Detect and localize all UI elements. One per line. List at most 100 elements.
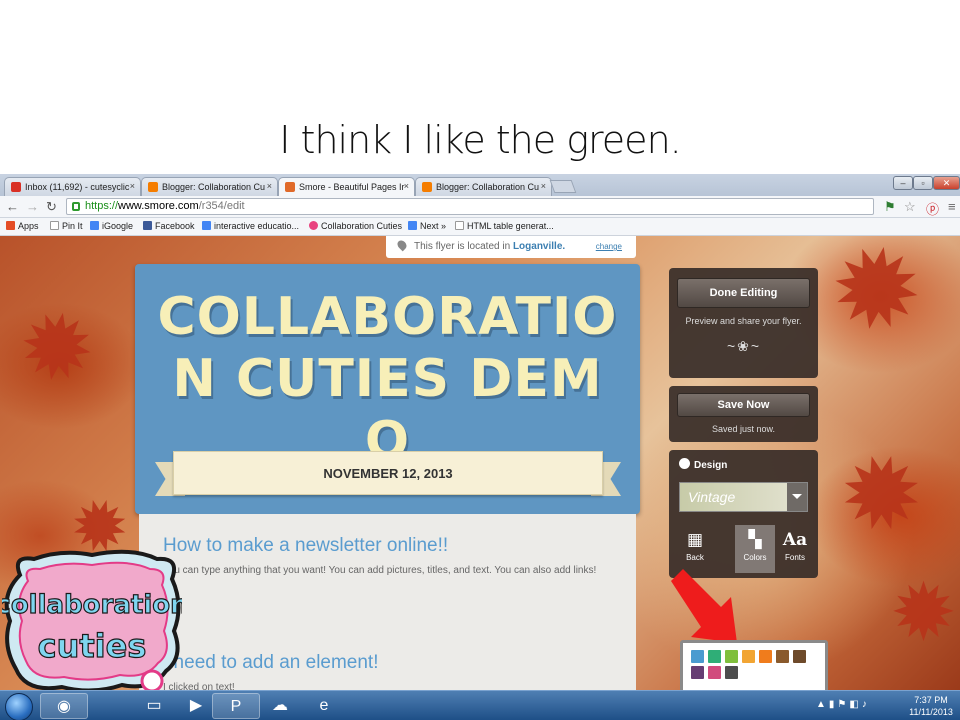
bookmark-interactive[interactable]: interactive educatio... (202, 221, 299, 231)
flyer-header[interactable]: COLLABORATIO N CUTIES DEMO NOVEMBER 12, … (135, 264, 640, 514)
url-domain: www.smore.com (118, 200, 199, 212)
bookmark-label: Next » (420, 221, 447, 231)
tool-label: Colors (743, 553, 767, 562)
change-location-link[interactable]: change (596, 242, 622, 251)
bookmark-facebook[interactable]: Facebook (143, 221, 195, 231)
logo-line-2: cuties (38, 627, 147, 665)
bookmark-label: interactive educatio... (214, 221, 300, 231)
save-status: Saved just now. (711, 424, 776, 434)
bookmark-collaboration-cuties[interactable]: Collaboration Cuties (309, 221, 402, 231)
close-window-button[interactable]: ✕ (933, 176, 960, 190)
taskbar-network[interactable]: ☁ (256, 693, 304, 719)
color-swatch-purple[interactable] (691, 666, 704, 679)
tab-blogger-2[interactable]: Blogger: Collaboration Cu × (415, 177, 552, 196)
slide: I think I like the green. Inbox (11,692)… (0, 0, 960, 720)
save-now-button[interactable]: Save Now (677, 393, 810, 417)
color-swatch-teal[interactable] (708, 650, 721, 663)
design-label: Design (679, 458, 727, 471)
section-title[interactable]: I need to add an element! (163, 652, 379, 674)
bookmark-label: iGoogle (102, 221, 134, 231)
tool-label: Fonts (784, 553, 805, 562)
ornament-icon: ~❀~ (726, 338, 762, 354)
clock-date: 11/11/2013 (909, 707, 953, 717)
bookmark-next[interactable]: Next » (408, 221, 446, 231)
color-swatch-orange[interactable] (759, 650, 772, 663)
close-icon[interactable]: × (541, 181, 546, 191)
url-path: /r354/edit (198, 200, 245, 212)
done-editing-button[interactable]: Done Editing (677, 278, 810, 308)
reload-icon[interactable]: ↻ (46, 199, 57, 215)
tab-smore[interactable]: Smore - Beautiful Pages Ir × (278, 177, 415, 196)
tab-gmail[interactable]: Inbox (11,692) - cutesyclic × (4, 177, 141, 196)
logo-line-1: collaboration (2, 590, 182, 620)
tab-blogger-1[interactable]: Blogger: Collaboration Cu × (141, 177, 278, 196)
colors-tool[interactable]: ▚ Colors (735, 525, 775, 573)
taskbar-ie[interactable]: e (300, 693, 348, 719)
restore-button[interactable]: ▫ (913, 176, 933, 190)
smore-icon (285, 182, 295, 192)
back-arrow-icon[interactable]: ← (6, 199, 19, 214)
color-swatch-light-orange[interactable] (742, 650, 755, 663)
section-text[interactable]: I clicked on text! (163, 680, 603, 690)
collaboration-cuties-logo: collaboration cuties (2, 549, 182, 693)
theme-select[interactable]: Vintage (679, 482, 808, 512)
menu-icon[interactable]: ≡ (948, 199, 956, 214)
design-label-text: Design (694, 460, 728, 471)
bookmark-label: Collaboration Cuties (321, 221, 403, 231)
taskbar-chrome[interactable]: ◉ (40, 693, 88, 719)
bookmark-label: Pin It (62, 221, 83, 231)
apps-icon (6, 221, 15, 230)
bookmark-label: Facebook (155, 221, 195, 231)
google-icon (90, 221, 99, 230)
leaf-decoration: ✹ (890, 568, 958, 657)
clock[interactable]: 7:37 PM 11/11/2013 (905, 694, 957, 718)
close-icon[interactable]: × (267, 181, 272, 191)
system-tray[interactable]: ▲▮⚑◧♪ (816, 699, 870, 710)
chevron-down-icon[interactable] (787, 483, 807, 511)
section-text[interactable]: You can type anything that you want! You… (163, 563, 603, 579)
page-icon (455, 221, 464, 230)
close-icon[interactable]: × (130, 181, 135, 191)
flag-icon[interactable]: ⚑ (884, 199, 896, 215)
minimize-button[interactable]: – (893, 176, 913, 190)
design-panel: Design Vintage ▦ Back ▚ Colors Aa Fonts (669, 450, 818, 578)
color-swatch-blue[interactable] (691, 650, 704, 663)
section-title[interactable]: How to make a newsletter online!! (163, 535, 448, 557)
image-icon: ▦ (686, 530, 704, 550)
location-value: Loganville. (512, 241, 566, 252)
color-swatch-brown[interactable] (776, 650, 789, 663)
tab-label: Smore - Beautiful Pages Ir (299, 182, 405, 192)
tab-label: Blogger: Collaboration Cu (162, 182, 266, 192)
bookmark-html-table[interactable]: HTML table generat... (455, 221, 554, 231)
pinterest-icon[interactable]: ⓟ (926, 199, 939, 218)
location-bar: This flyer is located in Loganville. cha… (386, 236, 636, 258)
color-swatch-gray[interactable] (725, 666, 738, 679)
leaf-decoration: ✹ (827, 430, 937, 560)
background-tool[interactable]: ▦ Back (675, 525, 715, 573)
taskbar-explorer[interactable]: ▭ (130, 693, 178, 719)
color-swatch-dark-brown[interactable] (793, 650, 806, 663)
bookmark-pin-it[interactable]: Pin It (50, 221, 83, 231)
address-bar[interactable]: https://www.smore.com/r354/edit (66, 198, 874, 215)
taskbar-powerpoint[interactable]: P (212, 693, 260, 719)
close-icon[interactable]: × (404, 181, 409, 191)
taskbar: ◉ ▭ ▶ P ☁ e ▲▮⚑◧♪ 7:37 PM 11/11/2013 (0, 690, 960, 720)
compass-icon (679, 458, 690, 469)
flower-icon (309, 221, 318, 230)
new-tab-button[interactable] (549, 180, 577, 193)
star-icon[interactable]: ☆ (904, 199, 916, 215)
bookmark-apps[interactable]: Apps (6, 221, 39, 231)
bookmark-label: Apps (18, 221, 39, 231)
page-icon (50, 221, 59, 230)
start-button[interactable] (5, 693, 33, 720)
color-swatch-pink[interactable] (708, 666, 721, 679)
google-icon (202, 221, 211, 230)
flyer-date[interactable]: NOVEMBER 12, 2013 (173, 451, 603, 495)
fonts-tool[interactable]: Aa Fonts (775, 525, 815, 573)
flyer-title[interactable]: COLLABORATIO N CUTIES DEMO (155, 286, 620, 472)
tab-label: Inbox (11,692) - cutesyclic (25, 182, 130, 192)
color-swatch-green[interactable] (725, 650, 738, 663)
bookmark-igoogle[interactable]: iGoogle (90, 221, 133, 231)
lock-icon (72, 202, 80, 211)
forward-arrow-icon[interactable]: → (26, 199, 39, 214)
